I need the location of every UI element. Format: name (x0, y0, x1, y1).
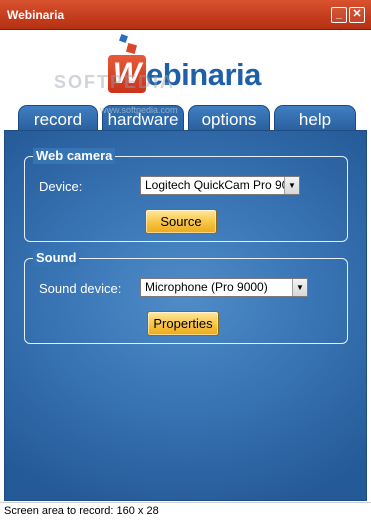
logo-square-red (125, 42, 138, 55)
sound-device-label: Sound device: (39, 281, 122, 296)
status-text: Screen area to record: 160 x 28 (4, 505, 159, 517)
logo-square-blue (119, 34, 128, 43)
tab-help[interactable]: help (274, 105, 356, 131)
properties-button[interactable]: Properties (147, 311, 219, 336)
status-bar: Screen area to record: 160 x 28 (0, 502, 371, 521)
sound-group-title: Sound (33, 250, 80, 266)
chevron-down-icon: ▼ (284, 177, 299, 194)
webcam-device-select[interactable]: Logitech QuickCam Pro 9000 ▼ (140, 176, 300, 195)
title-bar: Webinaria _ ✕ (0, 0, 371, 30)
minimize-icon: _ (335, 8, 343, 20)
webcam-group: Web camera Device: Logitech QuickCam Pro… (24, 148, 348, 242)
sound-device-select[interactable]: Microphone (Pro 9000) ▼ (140, 278, 308, 297)
window-title: Webinaria (7, 8, 65, 22)
chevron-down-icon: ▼ (292, 279, 307, 296)
webcam-group-title: Web camera (33, 148, 116, 164)
tab-record[interactable]: record (18, 105, 98, 131)
source-button[interactable]: Source (145, 209, 217, 234)
watermark-url: www.softpedia.com (100, 105, 178, 115)
minimize-button[interactable]: _ (331, 7, 347, 23)
device-label: Device: (39, 179, 83, 194)
tab-bar: record hardware options help (0, 105, 371, 131)
webcam-device-value: Logitech QuickCam Pro 9000 (145, 178, 300, 192)
close-icon: ✕ (352, 8, 362, 20)
watermark: SOFTPEDIA (54, 72, 176, 92)
sound-group: Sound Sound device: Microphone (Pro 9000… (24, 250, 348, 344)
sound-device-value: Microphone (Pro 9000) (145, 280, 268, 294)
close-button[interactable]: ✕ (349, 7, 365, 23)
hardware-panel: Web camera Device: Logitech QuickCam Pro… (4, 130, 367, 501)
header: W ebinaria (0, 30, 371, 110)
tab-options[interactable]: options (188, 105, 270, 131)
